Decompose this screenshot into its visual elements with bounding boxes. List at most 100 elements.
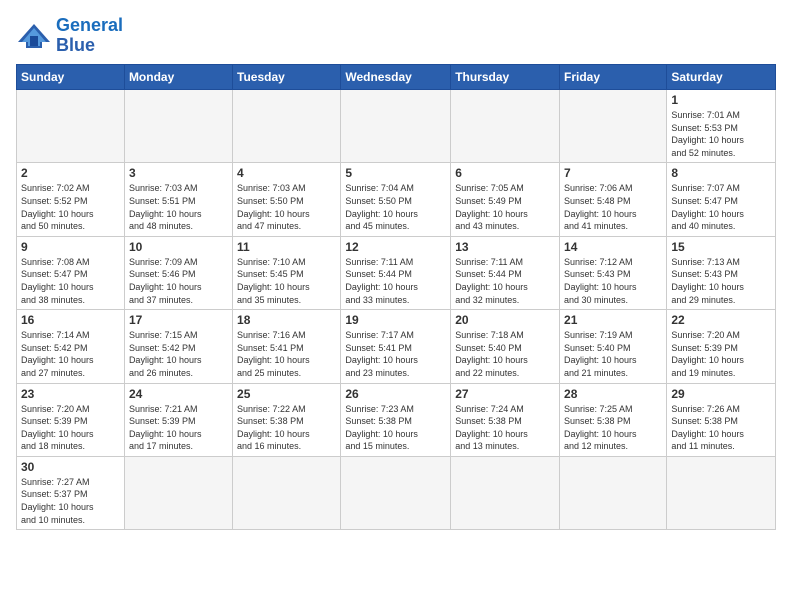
calendar-cell: 3 Sunrise: 7:03 AM Sunset: 5:51 PM Daylig…	[124, 163, 232, 236]
calendar-cell: 24Sunrise: 7:21 AM Sunset: 5:39 PM Dayli…	[124, 383, 232, 456]
calendar-cell	[124, 90, 232, 163]
calendar-week-row: 23Sunrise: 7:20 AM Sunset: 5:39 PM Dayli…	[17, 383, 776, 456]
day-info: Sunrise: 7:09 AM Sunset: 5:46 PM Dayligh…	[129, 256, 228, 306]
day-info: Sunrise: 7:10 AM Sunset: 5:45 PM Dayligh…	[237, 256, 336, 306]
day-number: 23	[21, 387, 120, 401]
calendar-cell: 22 Sunrise: 7:20 AM Sunset: 5:39 PM Dayli…	[667, 310, 776, 383]
weekday-header: Tuesday	[233, 65, 341, 90]
calendar-cell: 27 Sunrise: 7:24 AM Sunset: 5:38 PM Dayli…	[451, 383, 560, 456]
calendar-cell: 10 Sunrise: 7:09 AM Sunset: 5:46 PM Dayli…	[124, 236, 232, 309]
calendar-cell: 23Sunrise: 7:20 AM Sunset: 5:39 PM Dayli…	[17, 383, 125, 456]
day-number: 12	[345, 240, 446, 254]
day-info: Sunrise: 7:19 AM Sunset: 5:40 PM Dayligh…	[564, 329, 662, 379]
day-number: 9	[21, 240, 120, 254]
weekday-header: Wednesday	[341, 65, 451, 90]
logo: GeneralBlue	[16, 16, 123, 56]
calendar-week-row: 16 Sunrise: 7:14 AM Sunset: 5:42 PM Dayli…	[17, 310, 776, 383]
day-number: 7	[564, 166, 662, 180]
calendar-cell: 13 Sunrise: 7:11 AM Sunset: 5:44 PM Dayli…	[451, 236, 560, 309]
calendar-cell: 5 Sunrise: 7:04 AM Sunset: 5:50 PM Daylig…	[341, 163, 451, 236]
calendar-cell	[233, 90, 341, 163]
day-info: Sunrise: 7:17 AM Sunset: 5:41 PM Dayligh…	[345, 329, 446, 379]
logo-icon	[16, 22, 52, 50]
calendar-cell: 4 Sunrise: 7:03 AM Sunset: 5:50 PM Daylig…	[233, 163, 341, 236]
weekday-header: Monday	[124, 65, 232, 90]
logo-text: GeneralBlue	[56, 16, 123, 56]
day-number: 20	[455, 313, 555, 327]
calendar-cell: 20 Sunrise: 7:18 AM Sunset: 5:40 PM Dayli…	[451, 310, 560, 383]
day-info: Sunrise: 7:25 AM Sunset: 5:38 PM Dayligh…	[564, 403, 662, 453]
day-number: 13	[455, 240, 555, 254]
day-number: 19	[345, 313, 446, 327]
day-number: 21	[564, 313, 662, 327]
day-info: Sunrise: 7:14 AM Sunset: 5:42 PM Dayligh…	[21, 329, 120, 379]
day-info: Sunrise: 7:13 AM Sunset: 5:43 PM Dayligh…	[671, 256, 771, 306]
calendar-cell: 15 Sunrise: 7:13 AM Sunset: 5:43 PM Dayli…	[667, 236, 776, 309]
day-info: Sunrise: 7:03 AM Sunset: 5:51 PM Dayligh…	[129, 182, 228, 232]
day-info: Sunrise: 7:02 AM Sunset: 5:52 PM Dayligh…	[21, 182, 120, 232]
calendar-cell	[17, 90, 125, 163]
calendar-week-row: 30 Sunrise: 7:27 AM Sunset: 5:37 PM Dayli…	[17, 456, 776, 529]
calendar-cell: 26Sunrise: 7:23 AM Sunset: 5:38 PM Dayli…	[341, 383, 451, 456]
weekday-header: Sunday	[17, 65, 125, 90]
day-number: 24	[129, 387, 228, 401]
day-number: 30	[21, 460, 120, 474]
day-number: 26	[345, 387, 446, 401]
day-info: Sunrise: 7:06 AM Sunset: 5:48 PM Dayligh…	[564, 182, 662, 232]
day-info: Sunrise: 7:11 AM Sunset: 5:44 PM Dayligh…	[345, 256, 446, 306]
day-info: Sunrise: 7:03 AM Sunset: 5:50 PM Dayligh…	[237, 182, 336, 232]
calendar-cell: 2 Sunrise: 7:02 AM Sunset: 5:52 PM Daylig…	[17, 163, 125, 236]
calendar-cell: 14 Sunrise: 7:12 AM Sunset: 5:43 PM Dayli…	[560, 236, 667, 309]
header: GeneralBlue	[16, 16, 776, 56]
day-number: 16	[21, 313, 120, 327]
day-info: Sunrise: 7:26 AM Sunset: 5:38 PM Dayligh…	[671, 403, 771, 453]
calendar-cell	[124, 456, 232, 529]
day-info: Sunrise: 7:22 AM Sunset: 5:38 PM Dayligh…	[237, 403, 336, 453]
day-info: Sunrise: 7:18 AM Sunset: 5:40 PM Dayligh…	[455, 329, 555, 379]
calendar-cell: 6 Sunrise: 7:05 AM Sunset: 5:49 PM Daylig…	[451, 163, 560, 236]
calendar-cell: 29 Sunrise: 7:26 AM Sunset: 5:38 PM Dayli…	[667, 383, 776, 456]
calendar-cell	[233, 456, 341, 529]
day-info: Sunrise: 7:07 AM Sunset: 5:47 PM Dayligh…	[671, 182, 771, 232]
calendar-cell: 25Sunrise: 7:22 AM Sunset: 5:38 PM Dayli…	[233, 383, 341, 456]
day-number: 22	[671, 313, 771, 327]
calendar-cell: 30 Sunrise: 7:27 AM Sunset: 5:37 PM Dayli…	[17, 456, 125, 529]
day-number: 5	[345, 166, 446, 180]
calendar-cell: 16 Sunrise: 7:14 AM Sunset: 5:42 PM Dayli…	[17, 310, 125, 383]
day-number: 6	[455, 166, 555, 180]
calendar-cell: 17Sunrise: 7:15 AM Sunset: 5:42 PM Dayli…	[124, 310, 232, 383]
day-info: Sunrise: 7:24 AM Sunset: 5:38 PM Dayligh…	[455, 403, 555, 453]
day-info: Sunrise: 7:27 AM Sunset: 5:37 PM Dayligh…	[21, 476, 120, 526]
day-number: 10	[129, 240, 228, 254]
weekday-header-row: SundayMondayTuesdayWednesdayThursdayFrid…	[17, 65, 776, 90]
day-number: 15	[671, 240, 771, 254]
calendar-cell: 28 Sunrise: 7:25 AM Sunset: 5:38 PM Dayli…	[560, 383, 667, 456]
calendar-cell: 18 Sunrise: 7:16 AM Sunset: 5:41 PM Dayli…	[233, 310, 341, 383]
calendar-cell	[451, 456, 560, 529]
day-info: Sunrise: 7:11 AM Sunset: 5:44 PM Dayligh…	[455, 256, 555, 306]
day-number: 18	[237, 313, 336, 327]
day-number: 2	[21, 166, 120, 180]
calendar: SundayMondayTuesdayWednesdayThursdayFrid…	[16, 64, 776, 530]
day-info: Sunrise: 7:04 AM Sunset: 5:50 PM Dayligh…	[345, 182, 446, 232]
day-info: Sunrise: 7:01 AM Sunset: 5:53 PM Dayligh…	[671, 109, 771, 159]
calendar-week-row: 9 Sunrise: 7:08 AM Sunset: 5:47 PM Daylig…	[17, 236, 776, 309]
calendar-cell: 21 Sunrise: 7:19 AM Sunset: 5:40 PM Dayli…	[560, 310, 667, 383]
day-number: 27	[455, 387, 555, 401]
day-number: 17	[129, 313, 228, 327]
day-number: 28	[564, 387, 662, 401]
calendar-cell	[667, 456, 776, 529]
day-number: 3	[129, 166, 228, 180]
day-number: 1	[671, 93, 771, 107]
day-info: Sunrise: 7:20 AM Sunset: 5:39 PM Dayligh…	[671, 329, 771, 379]
day-number: 4	[237, 166, 336, 180]
day-info: Sunrise: 7:16 AM Sunset: 5:41 PM Dayligh…	[237, 329, 336, 379]
weekday-header: Thursday	[451, 65, 560, 90]
day-info: Sunrise: 7:05 AM Sunset: 5:49 PM Dayligh…	[455, 182, 555, 232]
calendar-cell	[451, 90, 560, 163]
day-number: 14	[564, 240, 662, 254]
day-number: 29	[671, 387, 771, 401]
day-info: Sunrise: 7:12 AM Sunset: 5:43 PM Dayligh…	[564, 256, 662, 306]
calendar-cell: 19 Sunrise: 7:17 AM Sunset: 5:41 PM Dayli…	[341, 310, 451, 383]
day-info: Sunrise: 7:08 AM Sunset: 5:47 PM Dayligh…	[21, 256, 120, 306]
